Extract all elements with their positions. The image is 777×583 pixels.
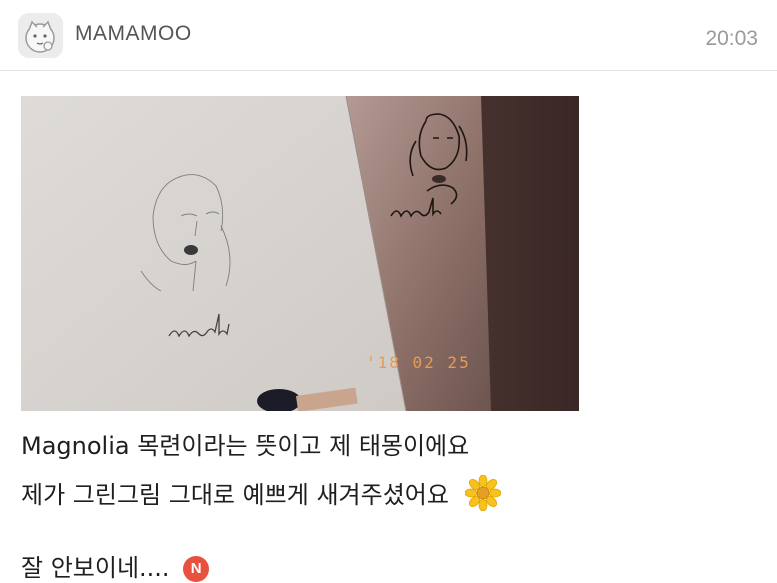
post-text-line-1: Magnolia 목련이라는 뜻이고 제 태몽이에요 [21,426,469,461]
account-name[interactable]: MAMAMOO [75,22,192,46]
post-text: 제가 그린그림 그대로 예쁘게 새겨주셨어요 [21,481,449,509]
date-stamp: '18 02 25 [366,353,471,372]
post-text-line-2: 제가 그린그림 그대로 예쁘게 새겨주셨어요 [21,474,502,517]
tattoo-sketch-photo: magnolia '18 02 25 [21,96,579,411]
post-text: Magnolia 목련이라는 뜻이고 제 태몽이에요 [21,432,470,460]
timestamp: 20:03 [705,27,758,50]
cartoon-face-avatar-icon [18,13,63,58]
post-text: 잘 안보이네.... [21,554,170,582]
post-photo[interactable]: magnolia '18 02 25 [21,96,579,411]
new-badge: N [183,556,210,582]
avatar[interactable] [18,13,63,58]
sunflower-emoji-icon [464,474,502,517]
header-divider [0,70,777,71]
post-text-line-3: 잘 안보이네.... N [21,548,210,583]
post-header: MAMAMOO 20:03 [0,0,777,70]
